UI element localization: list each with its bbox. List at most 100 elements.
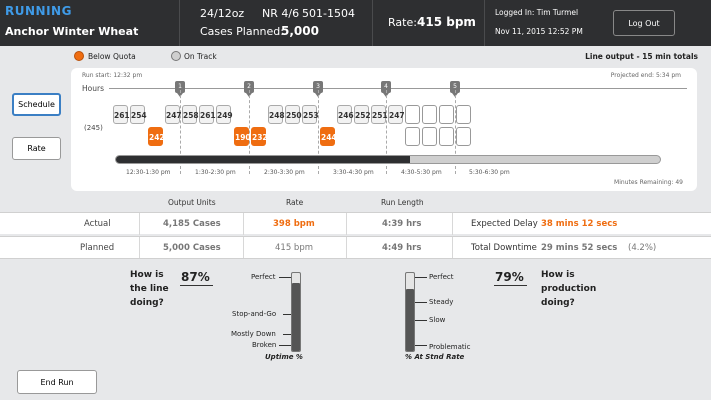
top-bar: RUNNING Anchor Winter Wheat 24/12oz NR 4…: [0, 0, 711, 46]
run-progress-bar: [115, 155, 661, 164]
package-size: 24/12oz: [200, 7, 245, 20]
column-separator: [139, 213, 140, 235]
column-separator: [243, 213, 244, 235]
rate-panel: Rate: 415 bpm: [372, 0, 484, 46]
on-track-label: On Track: [184, 52, 217, 61]
uptime-tick: [279, 345, 291, 346]
uptime-gauge-title: Uptime %: [265, 353, 303, 361]
output-box: 252: [354, 105, 371, 124]
uptime-tick: [283, 314, 291, 315]
below-quota-box: 242: [148, 127, 165, 146]
baseline-label: (245): [84, 124, 103, 132]
output-box: 248: [268, 105, 285, 124]
rate-value: 415 bpm: [417, 15, 476, 29]
output-box: 253: [302, 105, 319, 124]
rate-level-steady: Steady: [429, 298, 454, 306]
expected-delay-label: Expected Delay: [471, 219, 538, 229]
cases-planned-label: Cases Planned:: [200, 25, 284, 38]
stats-divider: [0, 258, 711, 259]
empty-slot-box: [456, 127, 471, 146]
line-question-line: doing?: [130, 298, 164, 308]
rate-level-perfect: Perfect: [429, 273, 454, 281]
time-slot-label: 3:30-4:30 pm: [333, 169, 374, 176]
rate-tick: [415, 277, 427, 278]
time-slot-label: 12:30-1:30 pm: [126, 169, 171, 176]
nr-count: NR 4/6: [262, 7, 300, 20]
run-start: Run start: 12:32 pm: [82, 72, 143, 79]
planned-rate: 415 bpm: [275, 243, 313, 253]
uptime-level-broken: Broken: [252, 341, 277, 349]
session-panel: Logged In: Tim Turmel Nov 11, 2015 12:52…: [484, 0, 711, 46]
projected-end: Projected end: 5:34 pm: [610, 72, 681, 79]
empty-slot-box: [422, 105, 437, 124]
logout-button[interactable]: Log Out: [613, 10, 675, 36]
order-info-panel: 24/12oz NR 4/6 501-1504 Cases Planned: 5…: [179, 0, 372, 46]
run-length-header: Run Length: [381, 198, 424, 207]
total-downtime-label: Total Downtime: [471, 243, 537, 253]
cases-planned-value: 5,000: [281, 24, 319, 38]
column-separator: [452, 213, 453, 235]
planned-label: Planned: [80, 243, 115, 253]
time-slot-label: 4:30-5:30 pm: [401, 169, 442, 176]
standard-rate-gauge: [405, 272, 415, 352]
output-box: 258: [182, 105, 199, 124]
uptime-gauge: [291, 272, 301, 352]
rate-level-problematic: Problematic: [429, 343, 471, 351]
output-box: 261: [199, 105, 216, 124]
time-slot-label: 5:30-6:30 pm: [469, 169, 510, 176]
planned-row: Planned 5,000 Cases 415 bpm 4:49 hrs Tot…: [0, 236, 711, 259]
uptime-percent-underline: [180, 285, 213, 286]
uptime-level-stop-and-go: Stop-and-Go: [232, 310, 277, 318]
column-separator: [346, 213, 347, 235]
actual-rate: 398 bpm: [273, 219, 315, 229]
production-question: How is production doing?: [541, 268, 596, 310]
empty-slot-box: [456, 105, 471, 124]
below-quota-label: Below Quota: [88, 52, 136, 61]
rate-tick: [415, 345, 427, 346]
product-name: Anchor Winter Wheat: [5, 25, 139, 38]
output-box: 261: [113, 105, 130, 124]
schedule-button[interactable]: Schedule: [12, 93, 61, 116]
actual-label: Actual: [84, 219, 111, 229]
uptime-gauge-fill: [292, 283, 300, 351]
actual-row: Actual 4,185 Cases 398 bpm 4:39 hrs Expe…: [0, 212, 711, 235]
column-separator: [139, 237, 140, 259]
production-question-line: production: [541, 284, 597, 294]
column-separator: [243, 237, 244, 259]
minutes-remaining: Minutes Remaining: 49: [614, 179, 683, 186]
uptime-level-perfect: Perfect: [251, 273, 276, 281]
hours-label: Hours: [82, 84, 104, 93]
output-box: 247: [388, 105, 405, 124]
below-quota-box: 244: [320, 127, 337, 146]
output-box: 251: [371, 105, 388, 124]
production-question-line: How is: [541, 270, 575, 280]
rate-tick: [415, 320, 427, 321]
output-box: 247: [165, 105, 182, 124]
planned-units: 5,000 Cases: [163, 243, 221, 253]
line-question-line: the line: [130, 284, 169, 294]
current-datetime: Nov 11, 2015 12:52 PM: [495, 27, 583, 36]
total-downtime-percent: (4.2%): [628, 243, 657, 253]
uptime-level-mostly-down: Mostly Down: [231, 330, 276, 338]
below-quota-box: 232: [251, 127, 268, 146]
logged-in-user: Logged In: Tim Turmel: [495, 8, 579, 17]
below-quota-swatch: [74, 51, 84, 61]
column-separator: [346, 237, 347, 259]
standard-rate-gauge-fill: [406, 289, 414, 351]
rate-tick: [415, 302, 427, 303]
uptime-tick: [283, 334, 291, 335]
standard-rate-gauge-title: % At Stnd Rate: [405, 353, 465, 361]
end-run-button[interactable]: End Run: [17, 370, 97, 394]
actual-run-length: 4:39 hrs: [382, 219, 422, 229]
run-progress-fill: [116, 156, 410, 163]
below-quota-box: 190: [234, 127, 251, 146]
empty-slot-box: [422, 127, 437, 146]
run-status: RUNNING: [5, 4, 72, 18]
output-box: 250: [285, 105, 302, 124]
output-box: 246: [337, 105, 354, 124]
rate-button[interactable]: Rate: [12, 137, 61, 160]
empty-slot-box: [405, 105, 420, 124]
expected-delay-value: 38 mins 12 secs: [541, 219, 618, 229]
time-slot-label: 2:30-3:30 pm: [264, 169, 305, 176]
line-question: How is the line doing?: [130, 268, 169, 310]
